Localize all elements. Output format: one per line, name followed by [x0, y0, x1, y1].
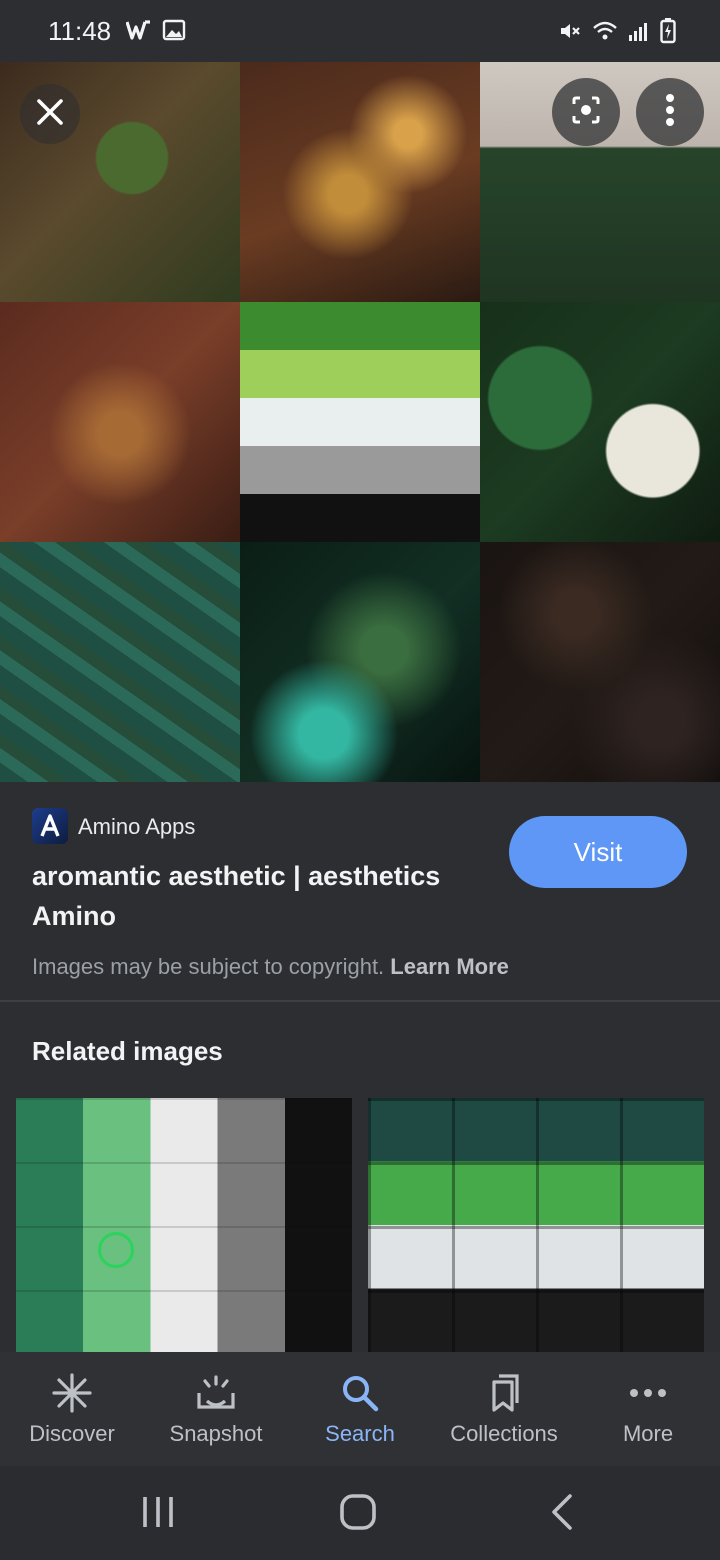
aromantic-flag-tile	[240, 302, 480, 542]
recent-apps-button[interactable]	[128, 1492, 188, 1536]
source-title[interactable]: aromantic aesthetic | aesthetics Amino	[32, 856, 492, 936]
close-button[interactable]	[20, 84, 80, 144]
related-image[interactable]	[16, 1098, 352, 1352]
source-site-name[interactable]: Amino Apps	[78, 814, 195, 840]
close-icon	[35, 97, 65, 132]
signal-icon	[628, 20, 650, 47]
nav-snapshot[interactable]: Snapshot	[144, 1352, 288, 1466]
collage-tile	[0, 302, 240, 542]
alien-icon	[98, 1232, 134, 1268]
snapshot-icon	[194, 1371, 238, 1415]
home-button[interactable]	[328, 1492, 388, 1536]
nav-label-collections: Collections	[450, 1421, 558, 1446]
status-time: 11:48	[48, 16, 112, 46]
more-vertical-icon	[664, 92, 676, 133]
status-right-icons	[558, 18, 676, 49]
status-left-icons	[125, 18, 186, 47]
collage-tile	[480, 542, 720, 782]
copyright-notice: Images may be subject to copyright. Lear…	[32, 954, 509, 980]
nav-more[interactable]: More	[576, 1352, 720, 1466]
battery-icon	[660, 18, 676, 49]
mute-icon	[558, 19, 582, 48]
hero-image[interactable]	[0, 62, 720, 782]
asterisk-icon	[50, 1371, 94, 1415]
learn-more-link[interactable]: Learn More	[390, 954, 509, 979]
more-horizontal-icon	[626, 1371, 670, 1415]
collage-tile	[240, 542, 480, 782]
copyright-text: Images may be subject to copyright.	[32, 954, 385, 979]
nav-search[interactable]: Search	[288, 1352, 432, 1466]
lens-button[interactable]	[552, 78, 620, 146]
nav-collections[interactable]: Collections	[432, 1352, 576, 1466]
visit-button[interactable]: Visit	[509, 816, 687, 888]
nav-label-more: More	[622, 1421, 674, 1446]
recent-apps-icon	[140, 1494, 176, 1535]
amino-logo-icon	[32, 808, 68, 844]
bookmarks-icon	[482, 1371, 526, 1415]
nav-label-snapshot: Snapshot	[169, 1421, 263, 1446]
divider	[0, 1000, 720, 1002]
lens-icon	[568, 92, 604, 133]
status-bar: 11:48	[0, 0, 720, 62]
related-images-grid	[16, 1098, 704, 1352]
nav-label-search: Search	[325, 1421, 395, 1446]
w-app-icon	[125, 18, 152, 47]
collage-tile	[480, 302, 720, 542]
related-image[interactable]	[368, 1098, 704, 1352]
system-navigation-bar	[0, 1466, 720, 1560]
related-images-heading: Related images	[32, 1036, 223, 1066]
nav-label-discover: Discover	[29, 1421, 115, 1446]
back-button[interactable]	[532, 1492, 592, 1536]
back-icon	[550, 1493, 574, 1536]
source-panel: Amino Apps Visit aromantic aesthetic | a…	[0, 782, 720, 1002]
home-icon	[338, 1492, 378, 1537]
nav-discover[interactable]: Discover	[0, 1352, 144, 1466]
collage-tile	[240, 62, 480, 302]
collage-tile	[0, 542, 240, 782]
bottom-navigation: Discover Snapshot Search Collections Mor…	[0, 1352, 720, 1466]
more-options-button[interactable]	[636, 78, 704, 146]
wifi-icon	[592, 19, 618, 48]
search-icon	[338, 1371, 382, 1415]
image-icon	[162, 18, 186, 47]
